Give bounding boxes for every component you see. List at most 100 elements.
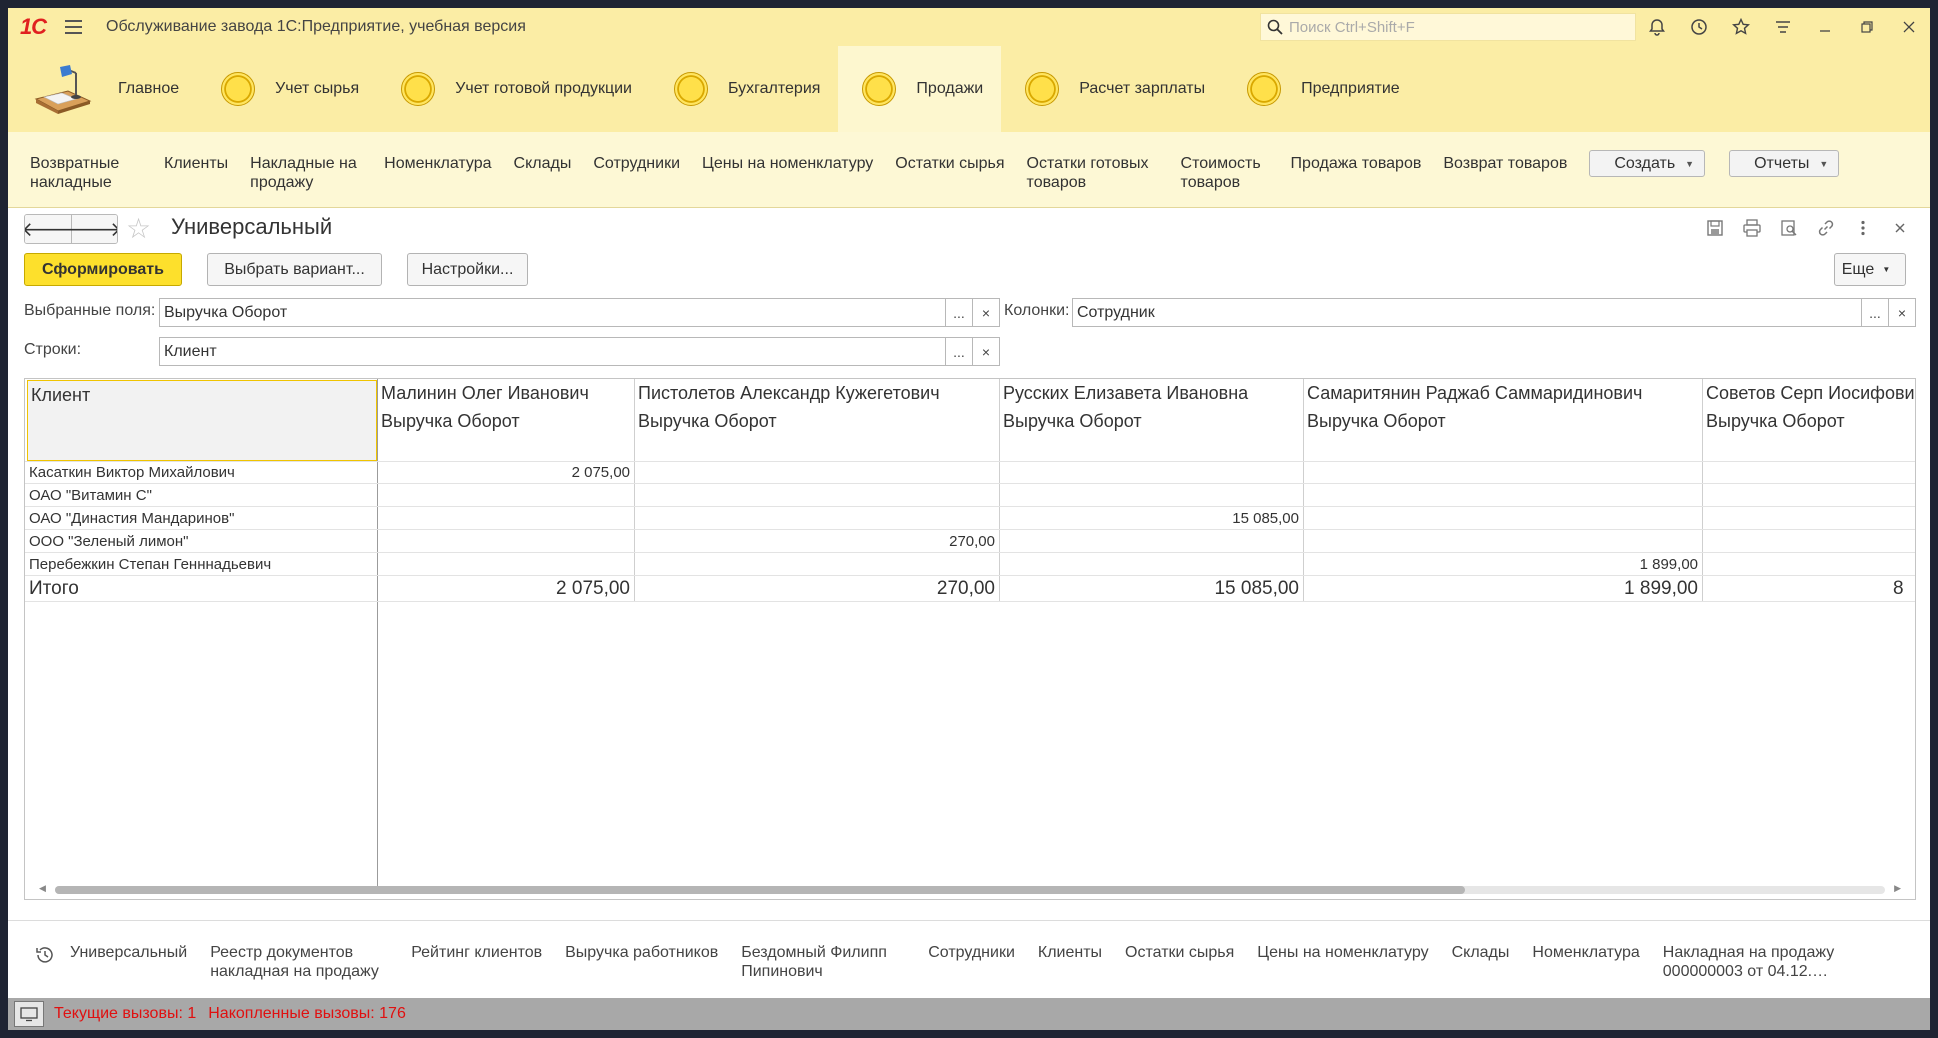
- total-cell[interactable]: 1 899,00: [1307, 578, 1698, 600]
- settings-filter-icon[interactable]: [1762, 8, 1804, 46]
- column-header[interactable]: Малинин Олег Иванович: [381, 383, 589, 404]
- history-icon[interactable]: [1678, 8, 1720, 46]
- save-icon[interactable]: [1696, 212, 1733, 244]
- column-header[interactable]: Пистолетов Александр Кужегетович: [638, 383, 940, 404]
- value-cell[interactable]: 15 085,00: [1003, 510, 1299, 527]
- cmd-goods-cost[interactable]: Стоимость товаров: [1181, 154, 1269, 192]
- create-dropdown-button[interactable]: Создать ▼: [1589, 150, 1706, 177]
- choice-button[interactable]: ...: [1861, 299, 1888, 326]
- open-window-tab[interactable]: Бездомный Филипп Пипинович: [741, 943, 905, 981]
- rows-field[interactable]: Клиент ... ×: [159, 337, 1000, 366]
- section-enterprise[interactable]: Предприятие: [1223, 46, 1418, 132]
- value-cell[interactable]: 2 075,00: [381, 464, 630, 481]
- notifications-bell-icon[interactable]: [1636, 8, 1678, 46]
- clear-icon[interactable]: ×: [1888, 299, 1915, 326]
- row-client[interactable]: Перебежкин Степан Генннадьевич: [29, 556, 271, 573]
- open-window-tab[interactable]: Склады: [1452, 943, 1510, 962]
- clear-icon[interactable]: ×: [972, 299, 999, 326]
- value-cell[interactable]: 1 899,00: [1307, 556, 1698, 573]
- settings-button[interactable]: Настройки...: [407, 253, 528, 286]
- measure-header[interactable]: Выручка Оборот: [381, 411, 520, 432]
- choice-button[interactable]: ...: [945, 299, 972, 326]
- generate-button[interactable]: Сформировать: [24, 253, 182, 286]
- open-window-tab[interactable]: Цены на номенклатуру: [1257, 943, 1428, 962]
- section-raw-materials[interactable]: Учет сырья: [197, 46, 377, 132]
- scroll-left-icon[interactable]: ◀: [39, 883, 46, 894]
- cmd-goods-return[interactable]: Возврат товаров: [1443, 154, 1567, 173]
- cmd-prices[interactable]: Цены на номенклатуру: [702, 154, 873, 173]
- horizontal-scrollbar[interactable]: ◀ ▶: [35, 883, 1905, 895]
- total-cell[interactable]: 270,00: [638, 578, 995, 600]
- measure-header[interactable]: Выручка Оборот: [1307, 411, 1446, 432]
- section-accounting[interactable]: Бухгалтерия: [650, 46, 838, 132]
- history-icon[interactable]: [20, 943, 70, 965]
- favorites-star-icon[interactable]: [1720, 8, 1762, 46]
- grid-line: [25, 461, 1915, 462]
- close-window-icon[interactable]: [1888, 8, 1930, 46]
- cmd-goods-sales[interactable]: Продажа товаров: [1291, 154, 1422, 173]
- choose-variant-button[interactable]: Выбрать вариант...: [207, 253, 382, 286]
- cmd-finished-stock[interactable]: Остатки готовых товаров: [1027, 154, 1159, 192]
- section-sales[interactable]: Продажи: [838, 46, 1002, 132]
- back-arrow-icon[interactable]: 🡐: [25, 215, 75, 243]
- open-window-tab[interactable]: Рейтинг клиентов: [411, 943, 542, 962]
- measure-header[interactable]: Выручка Оборот: [638, 411, 777, 432]
- more-button[interactable]: Еще ▼: [1834, 253, 1906, 286]
- section-finished-goods[interactable]: Учет готовой продукции: [377, 46, 650, 132]
- row-client[interactable]: Касаткин Виктор Михайлович: [29, 464, 235, 481]
- section-payroll[interactable]: Расчет зарплаты: [1001, 46, 1223, 132]
- columns-field[interactable]: Сотрудник ... ×: [1072, 298, 1916, 327]
- more-vertical-icon[interactable]: [1844, 212, 1881, 244]
- open-window-tab[interactable]: Универсальный: [70, 943, 187, 962]
- minimize-icon[interactable]: [1804, 8, 1846, 46]
- report-spreadsheet[interactable]: Клиент Малинин Олег Иванович Пистолетов …: [24, 378, 1916, 900]
- open-window-tab[interactable]: Номенклатура: [1532, 943, 1639, 962]
- open-window-tab[interactable]: Остатки сырья: [1125, 943, 1234, 962]
- open-window-tab[interactable]: Клиенты: [1038, 943, 1102, 962]
- row-client[interactable]: ОАО "Витамин С": [29, 487, 152, 504]
- monitor-icon[interactable]: [14, 1001, 44, 1027]
- search-input[interactable]: Поиск Ctrl+Shift+F: [1260, 13, 1636, 41]
- forward-arrow-icon[interactable]: 🡒: [68, 215, 117, 243]
- value-cell[interactable]: 270,00: [638, 533, 995, 550]
- link-icon[interactable]: [1807, 212, 1844, 244]
- open-window-tab[interactable]: Накладная на продажу 000000003 от 04.12.…: [1663, 943, 1843, 981]
- cmd-nomenclature[interactable]: Номенклатура: [384, 154, 491, 173]
- cmd-clients[interactable]: Клиенты: [164, 154, 228, 173]
- reports-dropdown-button[interactable]: Отчеты ▼: [1729, 150, 1840, 177]
- close-form-icon[interactable]: [1881, 212, 1918, 244]
- measure-header[interactable]: Выручка Оборот: [1003, 411, 1142, 432]
- scroll-thumb[interactable]: [55, 886, 1465, 894]
- total-cell[interactable]: 8: [1893, 578, 1904, 600]
- selected-fields-field[interactable]: Выручка Оборот ... ×: [159, 298, 1000, 327]
- cmd-sales-invoices[interactable]: Накладные на продажу: [250, 154, 362, 192]
- total-cell[interactable]: 2 075,00: [381, 578, 630, 600]
- open-window-tab[interactable]: Реестр документов накладная на продажу: [210, 943, 388, 981]
- measure-header[interactable]: Выручка Оборот: [1706, 411, 1845, 432]
- clear-icon[interactable]: ×: [972, 338, 999, 365]
- cmd-raw-stock[interactable]: Остатки сырья: [895, 154, 1004, 173]
- total-label[interactable]: Итого: [29, 578, 79, 600]
- section-main[interactable]: Главное: [8, 46, 197, 132]
- open-window-tab[interactable]: Сотрудники: [928, 943, 1015, 962]
- scroll-right-icon[interactable]: ▶: [1894, 883, 1901, 894]
- grid-line: [25, 529, 1915, 530]
- rows-value: Клиент: [164, 342, 217, 360]
- row-client[interactable]: ООО "Зеленый лимон": [29, 533, 189, 550]
- row-client[interactable]: ОАО "Династия Мандаринов": [29, 510, 234, 527]
- main-menu-icon[interactable]: [58, 8, 88, 46]
- restore-icon[interactable]: [1846, 8, 1888, 46]
- preview-icon[interactable]: [1770, 212, 1807, 244]
- cmd-warehouses[interactable]: Склады: [514, 154, 572, 173]
- print-icon[interactable]: [1733, 212, 1770, 244]
- column-header[interactable]: Русских Елизавета Ивановна: [1003, 383, 1248, 404]
- choice-button[interactable]: ...: [945, 338, 972, 365]
- favorite-star-icon[interactable]: ☆: [126, 212, 151, 245]
- column-header[interactable]: Самаритянин Раджаб Саммаридинович: [1307, 383, 1642, 404]
- total-cell[interactable]: 15 085,00: [1003, 578, 1299, 600]
- cmd-employees[interactable]: Сотрудники: [593, 154, 680, 173]
- cmd-return-invoices[interactable]: Возвратные накладные: [30, 154, 142, 192]
- open-window-tab[interactable]: Выручка работников: [565, 943, 718, 962]
- column-header[interactable]: Советов Серп Иосифович: [1706, 383, 1915, 404]
- row-header-cell[interactable]: Клиент: [27, 380, 377, 461]
